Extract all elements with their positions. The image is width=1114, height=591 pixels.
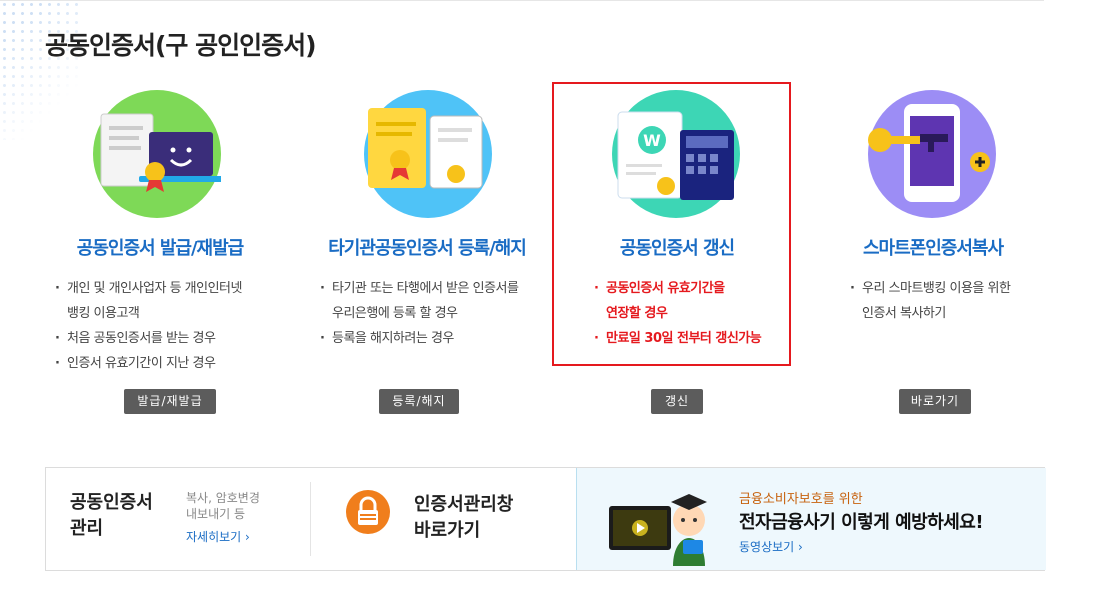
register-button[interactable]: 등록/해지 [379, 389, 459, 414]
certificate-window-link[interactable]: 인증서관리창 바로가기 [414, 492, 513, 544]
divider [310, 482, 311, 556]
watch-video-link[interactable]: 동영상보기 › [739, 538, 803, 555]
card-description-list: 타기관 또는 타행에서 받은 인증서를우리은행에 등록 할 경우 등록을 해지하… [318, 276, 519, 351]
renew-button[interactable]: 갱신 [651, 389, 703, 414]
chevron-right-icon: › [245, 530, 250, 544]
card-title: 공동인증서 발급/재발급 [76, 238, 244, 259]
renew-highlight-box [552, 82, 791, 366]
manage-details-link[interactable]: 자세히보기 › [186, 528, 250, 545]
certificate-register-icon [364, 90, 492, 218]
top-divider [0, 0, 1044, 1]
list-item: 처음 공동인증서를 받는 경우 [53, 326, 242, 351]
list-item: 인증서 유효기간이 지난 경우 [53, 351, 242, 376]
list-item: 타기관 또는 타행에서 받은 인증서를우리은행에 등록 할 경우 [318, 276, 519, 326]
certificate-manage-description: 복사, 암호변경 내보내기 등 [186, 491, 260, 521]
card-description-list: 개인 및 개인사업자 등 개인인터넷뱅킹 이용고객 처음 공동인증서를 받는 경… [53, 276, 242, 376]
card-description-list: 우리 스마트뱅킹 이용을 위한인증서 복사하기 [848, 276, 1011, 326]
chevron-right-icon: › [798, 540, 803, 554]
copy-shortcut-button[interactable]: 바로가기 [899, 389, 971, 414]
certificate-laptop-icon [93, 90, 223, 218]
page-title: 공동인증서(구 공인인증서) [45, 31, 317, 60]
banner-title: 전자금융사기 이렇게 예방하세요! [739, 512, 984, 533]
fraud-prevention-banner[interactable]: 금융소비자보호를 위한 전자금융사기 이렇게 예방하세요! 동영상보기 › [576, 468, 1046, 570]
video-promo-icon [607, 478, 717, 568]
list-item: 등록을 해지하려는 경우 [318, 326, 518, 351]
decorative-dots [0, 0, 80, 140]
issue-button[interactable]: 발급/재발급 [124, 389, 216, 414]
banner-subtitle: 금융소비자보호를 위한 [739, 492, 863, 507]
lock-icon [346, 490, 390, 534]
card-title: 스마트폰인증서복사 [862, 238, 1004, 259]
bottom-panel: 공동인증서 관리 복사, 암호변경 내보내기 등 자세히보기 › 인증서관리창 … [45, 467, 1046, 571]
card-title: 타기관공동인증서 등록/해지 [328, 238, 527, 259]
smartphone-copy-icon [868, 90, 996, 218]
list-item: 우리 스마트뱅킹 이용을 위한인증서 복사하기 [848, 276, 1011, 326]
list-item: 개인 및 개인사업자 등 개인인터넷뱅킹 이용고객 [53, 276, 242, 326]
certificate-manage-title: 공동인증서 관리 [70, 492, 153, 539]
